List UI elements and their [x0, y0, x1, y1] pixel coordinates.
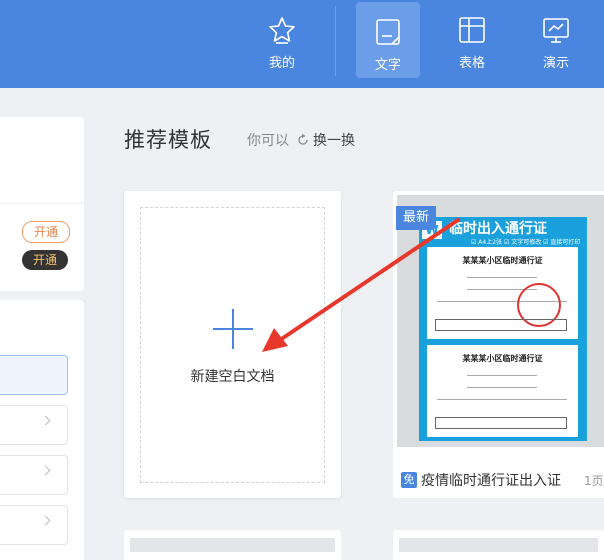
open-membership-button[interactable]: 开通	[22, 221, 70, 243]
placeholder-bar	[399, 538, 598, 552]
section-title: 推荐模板	[124, 128, 212, 152]
presentation-icon	[543, 18, 569, 43]
pass-preview-top: 某某某小区临时通行证	[427, 247, 578, 339]
nav-divider	[335, 6, 336, 76]
poster-title: 临时出入通行证	[449, 221, 547, 237]
pass-line	[467, 387, 537, 388]
new-blank-document-card[interactable]: 新建空白文档	[124, 191, 341, 498]
nav-writer-label: 文字	[374, 58, 401, 73]
template-title[interactable]: 疫情临时通行证出入证	[421, 470, 561, 490]
new-badge: 最新	[396, 206, 436, 230]
open-premium-button[interactable]: 开通	[22, 250, 68, 270]
pass-title: 某某某小区临时通行证	[462, 256, 543, 265]
left-menu-item[interactable]	[0, 455, 68, 495]
left-menu-item[interactable]	[0, 405, 68, 445]
account-card-divider	[0, 203, 84, 204]
top-nav-bar: 我的 文字 表格 演示	[0, 0, 604, 88]
nav-mine-button[interactable]: 我的	[250, 0, 314, 80]
free-badge-icon: 免	[401, 472, 417, 488]
plus-icon-bar	[213, 328, 253, 330]
left-menu-item[interactable]	[0, 505, 68, 545]
nav-writer-button[interactable]: 文字	[356, 2, 420, 78]
poster-subtitle: ☑ A4上2张 ☑ 文字可修改 ☑ 直接可打印	[471, 239, 581, 246]
template-footer: 免 疫情临时通行证出入证	[401, 470, 561, 490]
document-icon	[376, 19, 400, 45]
chevron-right-icon	[40, 465, 51, 476]
placeholder-bar	[130, 538, 335, 552]
pass-date-grid	[435, 417, 567, 429]
table-icon	[459, 17, 485, 43]
pass-line	[437, 399, 567, 400]
new-blank-document-label: 新建空白文档	[190, 369, 275, 385]
pass-preview-bottom: 某某某小区临时通行证	[427, 345, 578, 437]
nav-presentation-button[interactable]: 演示	[524, 0, 588, 80]
pass-title: 某某某小区临时通行证	[462, 354, 543, 363]
left-search-input[interactable]	[0, 355, 68, 395]
star-icon	[269, 17, 295, 44]
template-thumbnail: W 临时出入通行证 ☑ A4上2张 ☑ 文字可修改 ☑ 直接可打印 某某某小区临…	[397, 195, 604, 447]
nav-sheet-button[interactable]: 表格	[440, 0, 504, 80]
refresh-label: 换一换	[313, 133, 355, 149]
template-card[interactable]: W 临时出入通行证 ☑ A4上2张 ☑ 文字可修改 ☑ 直接可打印 某某某小区临…	[393, 191, 604, 498]
chevron-right-icon	[40, 415, 51, 426]
refresh-button[interactable]: 换一换	[297, 130, 355, 150]
template-card-next-row[interactable]	[393, 530, 604, 560]
pass-line	[467, 277, 537, 278]
refresh-icon	[298, 134, 308, 145]
pass-line	[467, 375, 537, 376]
pass-date-grid	[435, 319, 567, 331]
nav-presentation-label: 演示	[542, 56, 569, 71]
refresh-hint: 你可以	[247, 133, 289, 149]
nav-mine-label: 我的	[268, 56, 295, 71]
nav-sheet-label: 表格	[458, 56, 485, 71]
template-page-count: 1页	[584, 474, 604, 488]
chevron-right-icon	[40, 515, 51, 526]
template-poster: W 临时出入通行证 ☑ A4上2张 ☑ 文字可修改 ☑ 直接可打印 某某某小区临…	[419, 217, 587, 441]
template-card-next-row[interactable]	[124, 530, 341, 560]
